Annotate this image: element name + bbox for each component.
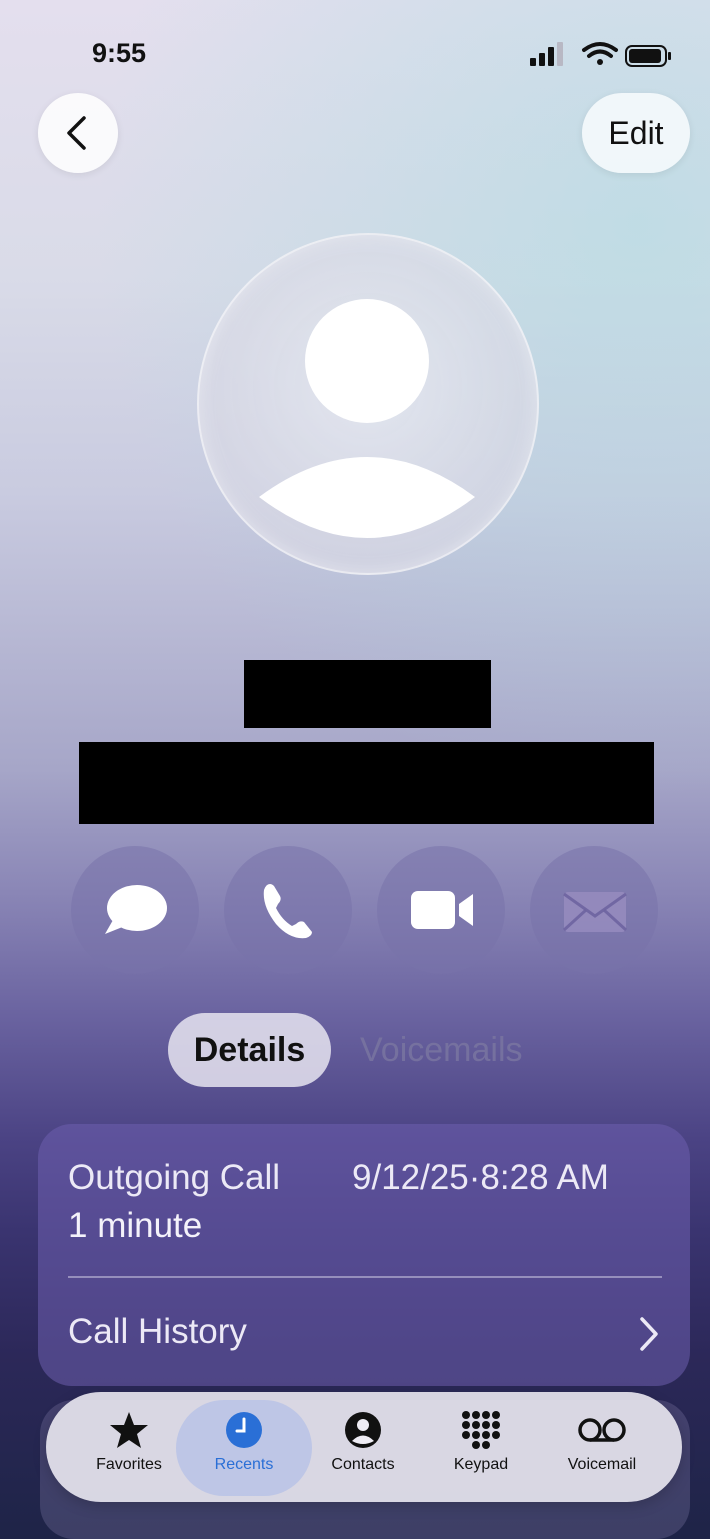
wifi-icon bbox=[582, 42, 618, 65]
tab-label: Keypad bbox=[453, 1456, 509, 1473]
redacted-contact-name bbox=[244, 660, 491, 728]
edit-button[interactable]: Edit bbox=[582, 93, 690, 173]
battery-icon bbox=[625, 45, 671, 67]
video-call-button[interactable] bbox=[377, 846, 505, 974]
contact-avatar[interactable] bbox=[197, 233, 539, 575]
person-icon bbox=[259, 299, 475, 538]
video-camera-icon bbox=[411, 891, 473, 929]
call-datetime: 9/12/25·8:28 AM bbox=[352, 1158, 609, 1197]
tab-label: Favorites bbox=[96, 1456, 162, 1473]
cellular-signal-icon bbox=[530, 42, 563, 66]
message-bubble-icon bbox=[105, 885, 167, 934]
chevron-left-icon bbox=[67, 116, 86, 150]
mail-button[interactable] bbox=[530, 846, 658, 974]
status-time: 9:55 bbox=[92, 38, 147, 68]
call-type: Outgoing Call bbox=[68, 1158, 281, 1197]
redacted-contact-number bbox=[79, 742, 654, 824]
voicemail-icon bbox=[578, 1418, 626, 1442]
back-button[interactable] bbox=[38, 93, 118, 173]
status-icons bbox=[528, 40, 678, 68]
tab-label: Voicemail bbox=[567, 1456, 637, 1473]
call-button[interactable] bbox=[224, 846, 352, 974]
tab-label: Contacts bbox=[331, 1456, 395, 1473]
tab-label: Recents bbox=[214, 1456, 274, 1473]
tab-recents[interactable]: Recents bbox=[189, 1410, 299, 1490]
call-duration: 1 minute bbox=[68, 1206, 203, 1245]
star-icon bbox=[110, 1412, 148, 1448]
keypad-grid-icon bbox=[462, 1411, 500, 1449]
tab-voicemails[interactable]: Voicemails bbox=[360, 1013, 523, 1087]
phone-icon bbox=[263, 884, 312, 939]
envelope-icon bbox=[562, 892, 628, 932]
tab-contacts[interactable]: Contacts bbox=[308, 1410, 418, 1490]
clock-icon bbox=[226, 1412, 262, 1448]
tab-voicemail[interactable]: Voicemail bbox=[547, 1410, 657, 1490]
tab-favorites[interactable]: Favorites bbox=[74, 1410, 184, 1490]
message-button[interactable] bbox=[71, 846, 199, 974]
tab-details[interactable]: Details bbox=[168, 1013, 331, 1087]
tab-keypad[interactable]: Keypad bbox=[426, 1410, 536, 1490]
divider bbox=[68, 1276, 662, 1278]
call-history-row[interactable]: Call History bbox=[68, 1312, 247, 1352]
chevron-right-icon[interactable] bbox=[636, 1316, 662, 1352]
person-circle-icon bbox=[345, 1412, 381, 1448]
